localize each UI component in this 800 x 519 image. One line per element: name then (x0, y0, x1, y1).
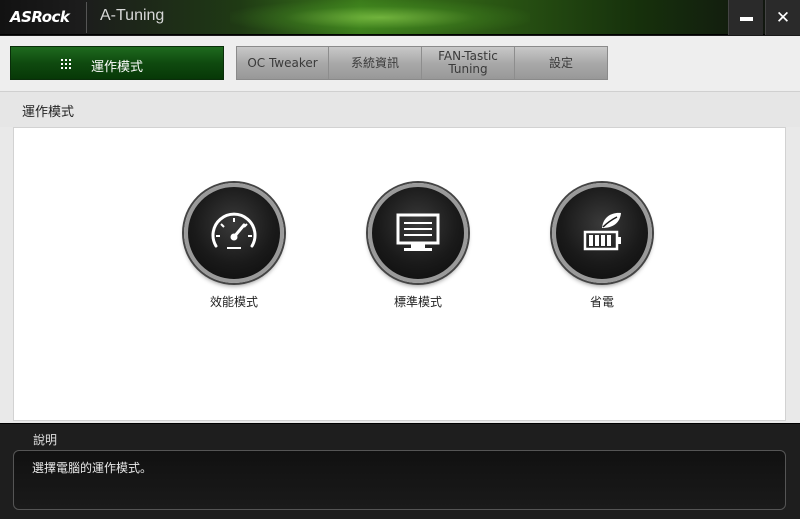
tab-settings[interactable]: 設定 (515, 47, 607, 79)
standard-mode-button[interactable]: 標準模式 (363, 183, 473, 313)
asrock-logo: ASRock (10, 8, 70, 26)
page-header: 運作模式 (0, 91, 800, 127)
speedometer-icon (211, 212, 257, 249)
performance-mode-label: 效能模式 (209, 295, 258, 309)
description-text: 選擇電腦的運作模式。 (32, 461, 153, 475)
leaf-battery-icon (583, 212, 621, 251)
title-divider (86, 2, 87, 33)
standard-mode-label: 標準模式 (393, 295, 442, 309)
standard-mode-circle[interactable] (368, 183, 468, 283)
tab-operation-mode[interactable]: 運作模式 (10, 46, 224, 80)
nav-bar: 運作模式 OC Tweaker 系統資訊 FAN-Tastic Tuning 設… (0, 36, 800, 91)
performance-mode-circle[interactable] (184, 183, 284, 283)
page-title: 運作模式 (22, 105, 75, 120)
tab-operation-mode-label: 運作模式 (91, 60, 144, 75)
performance-mode-button[interactable]: 效能模式 (179, 183, 289, 313)
close-button[interactable]: ✕ (765, 0, 800, 35)
tab-oc-tweaker[interactable]: OC Tweaker (237, 47, 329, 79)
monitor-icon (396, 213, 440, 251)
tab-strip: OC Tweaker 系統資訊 FAN-Tastic Tuning 設定 (236, 46, 608, 80)
power-saving-mode-button[interactable]: 省電 (547, 183, 657, 313)
app-title: A-Tuning (100, 7, 165, 24)
description-box: 選擇電腦的運作模式。 (13, 450, 786, 510)
tab-system-info[interactable]: 系統資訊 (329, 47, 422, 79)
title-bar: ASRock A-Tuning ✕ (0, 0, 800, 35)
close-icon: ✕ (775, 7, 791, 28)
description-area: 說明 選擇電腦的運作模式。 (0, 423, 800, 519)
mode-panel: 效能模式 標準模式 省電 (13, 127, 786, 421)
grid-icon (61, 59, 71, 69)
title-glow (230, 0, 530, 35)
power-saving-mode-circle[interactable] (552, 183, 652, 283)
minimize-icon (739, 16, 753, 21)
minimize-button[interactable] (728, 0, 763, 35)
power-saving-mode-label: 省電 (589, 295, 614, 309)
description-heading: 說明 (33, 433, 58, 447)
tab-fan-tastic-tuning[interactable]: FAN-Tastic Tuning (422, 47, 515, 79)
